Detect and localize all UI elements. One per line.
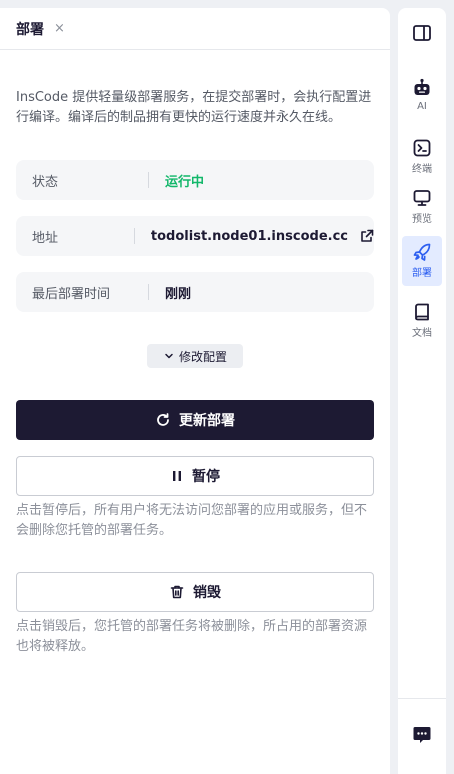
right-activity-bar: AI 终端 预览 部署 文档 <box>398 8 446 774</box>
rocket-icon <box>413 243 431 261</box>
divider <box>148 284 149 300</box>
rail-item-deploy[interactable]: 部署 <box>402 236 442 286</box>
modify-config-label: 修改配置 <box>178 349 227 364</box>
deploy-description: InsCode 提供轻量级部署服务，在提交部署时，会执行配置进行编译。编译后的制… <box>16 90 372 125</box>
rail-label-deploy: 部署 <box>412 268 432 279</box>
status-value: 运行中 <box>165 174 205 190</box>
destroy-label: 销毁 <box>193 585 221 601</box>
toggle-sidebar-button[interactable] <box>402 8 442 58</box>
last-deploy-value: 刚刚 <box>165 286 192 302</box>
monitor-icon <box>413 190 431 206</box>
last-deploy-label: 最后部署时间 <box>32 286 111 302</box>
deploy-panel: 部署 × InsCode 提供轻量级部署服务，在提交部署时，会执行配置进行编译。… <box>0 8 390 774</box>
pause-icon <box>170 469 184 483</box>
deploy-tab-title[interactable]: 部署 <box>16 19 44 39</box>
rail-divider <box>398 698 446 699</box>
chevron-down-icon <box>165 353 173 359</box>
rail-item-ai[interactable]: AI <box>402 70 442 120</box>
rail-item-terminal[interactable]: 终端 <box>402 132 442 182</box>
chat-icon <box>413 727 431 743</box>
status-row: 状态 运行中 <box>16 160 374 200</box>
trash-icon <box>169 584 185 600</box>
external-link-icon[interactable] <box>360 229 374 243</box>
rail-label-terminal: 终端 <box>412 164 432 175</box>
rail-label-ai: AI <box>417 101 427 112</box>
destroy-button[interactable]: 销毁 <box>16 572 374 612</box>
address-row: 地址 todolist.node01.inscode.cc <box>16 216 374 256</box>
address-label: 地址 <box>32 230 59 246</box>
panel-header: 部署 × <box>0 8 390 50</box>
refresh-icon <box>155 412 171 428</box>
terminal-icon <box>413 139 431 157</box>
divider <box>134 228 135 244</box>
rail-item-preview[interactable]: 预览 <box>402 182 442 232</box>
robot-icon <box>414 78 430 95</box>
last-deploy-row: 最后部署时间 刚刚 <box>16 272 374 312</box>
status-label: 状态 <box>32 174 59 190</box>
destroy-note: 点击销毁后，您托管的部署任务将被删除，所占用的部署资源也将被释放。 <box>16 619 368 654</box>
address-value[interactable]: todolist.node01.inscode.cc <box>151 229 348 244</box>
redeploy-button[interactable]: 更新部署 <box>16 400 374 440</box>
pause-button[interactable]: 暂停 <box>16 456 374 496</box>
divider <box>148 172 149 188</box>
rail-label-preview: 预览 <box>412 214 432 225</box>
pause-label: 暂停 <box>192 469 220 485</box>
pause-note: 点击暂停后，所有用户将无法访问您部署的应用或服务，但不会删除您托管的部署任务。 <box>16 503 368 538</box>
modify-config-button[interactable]: 修改配置 <box>147 344 243 368</box>
close-icon[interactable]: × <box>54 21 65 36</box>
redeploy-label: 更新部署 <box>179 413 235 429</box>
chat-button[interactable] <box>402 710 442 760</box>
sidebar-layout-icon <box>413 25 431 41</box>
book-icon <box>415 303 429 321</box>
rail-label-docs: 文档 <box>412 328 432 339</box>
rail-item-docs[interactable]: 文档 <box>402 296 442 346</box>
